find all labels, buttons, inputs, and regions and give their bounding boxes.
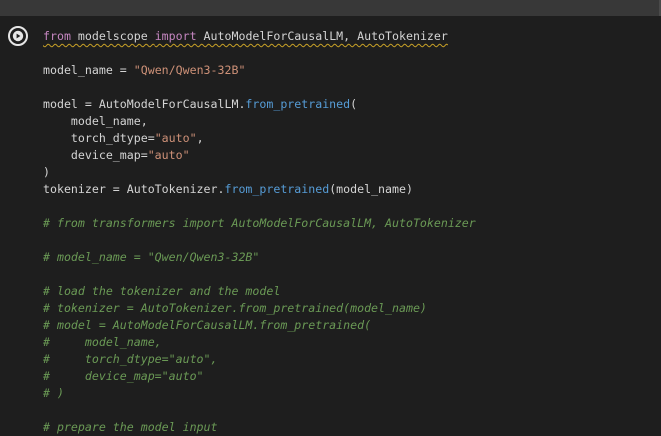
code-token: from_pretrained [245, 97, 351, 111]
code-line: device_map="auto" [43, 147, 476, 164]
code-comment: # load the tokenizer and the model [43, 284, 281, 298]
code-token: model_name, [43, 114, 148, 128]
code-line: model_name, [43, 113, 476, 130]
code-comment: # prepare the model input [43, 420, 218, 434]
code-comment: # model = AutoModelForCausalLM.from_pret… [43, 318, 372, 332]
code-token: ( [350, 97, 358, 111]
code-line: # device_map="auto" [43, 368, 476, 385]
code-token: , [196, 131, 204, 145]
code-line: # model_name, [43, 334, 476, 351]
code-token: from_pretrained [224, 182, 330, 196]
code-line: from modelscope import AutoModelForCausa… [43, 28, 476, 45]
code-comment: # tokenizer = AutoTokenizer.from_pretrai… [43, 301, 427, 315]
code-token: AutoModelForCausalLM, AutoTokenizer [196, 29, 448, 43]
code-comment: # from transformers import AutoModelForC… [43, 216, 476, 230]
code-line: ) [43, 164, 476, 181]
code-token: "auto" [147, 148, 190, 162]
code-line: # load the tokenizer and the model [43, 283, 476, 300]
code-line: tokenizer = AutoTokenizer.from_pretraine… [43, 181, 476, 198]
code-line: # prepare the model input [43, 419, 476, 436]
code-token: modelscope [70, 29, 155, 43]
code-line: # ) [43, 385, 476, 402]
code-line: # torch_dtype="auto", [43, 351, 476, 368]
code-comment: # model_name, [43, 335, 162, 349]
code-token: tokenizer = AutoTokenizer. [43, 182, 225, 196]
code-token: from [43, 29, 71, 43]
code-line: model_name = "Qwen/Qwen3-32B" [43, 62, 476, 79]
code-token: "Qwen/Qwen3-32B" [133, 63, 246, 77]
code-comment: # ) [43, 386, 64, 400]
code-token: model_name = [43, 63, 134, 77]
code-comment: # torch_dtype="auto", [43, 352, 218, 366]
code-editor[interactable]: from modelscope import AutoModelForCausa… [43, 28, 476, 436]
code-token: device_map= [43, 148, 148, 162]
code-token: import [154, 29, 197, 43]
play-circle-icon [8, 26, 28, 46]
code-token: (model_name) [329, 182, 413, 196]
code-token: ) [43, 165, 50, 179]
code-line: # tokenizer = AutoTokenizer.from_pretrai… [43, 300, 476, 317]
code-line: # model_name = "Qwen/Qwen3-32B" [43, 249, 476, 266]
code-token: "auto" [154, 131, 197, 145]
run-cell-button[interactable] [7, 25, 29, 47]
code-line: # from transformers import AutoModelForC… [43, 215, 476, 232]
code-token: model = AutoModelForCausalLM. [43, 97, 246, 111]
code-line: model = AutoModelForCausalLM.from_pretra… [43, 96, 476, 113]
code-comment: # model_name = "Qwen/Qwen3-32B" [43, 250, 260, 264]
code-line: torch_dtype="auto", [43, 130, 476, 147]
code-comment: # device_map="auto" [43, 369, 204, 383]
code-line: # model = AutoModelForCausalLM.from_pret… [43, 317, 476, 334]
code-token: torch_dtype= [43, 131, 155, 145]
notebook-top-bar [0, 0, 661, 16]
